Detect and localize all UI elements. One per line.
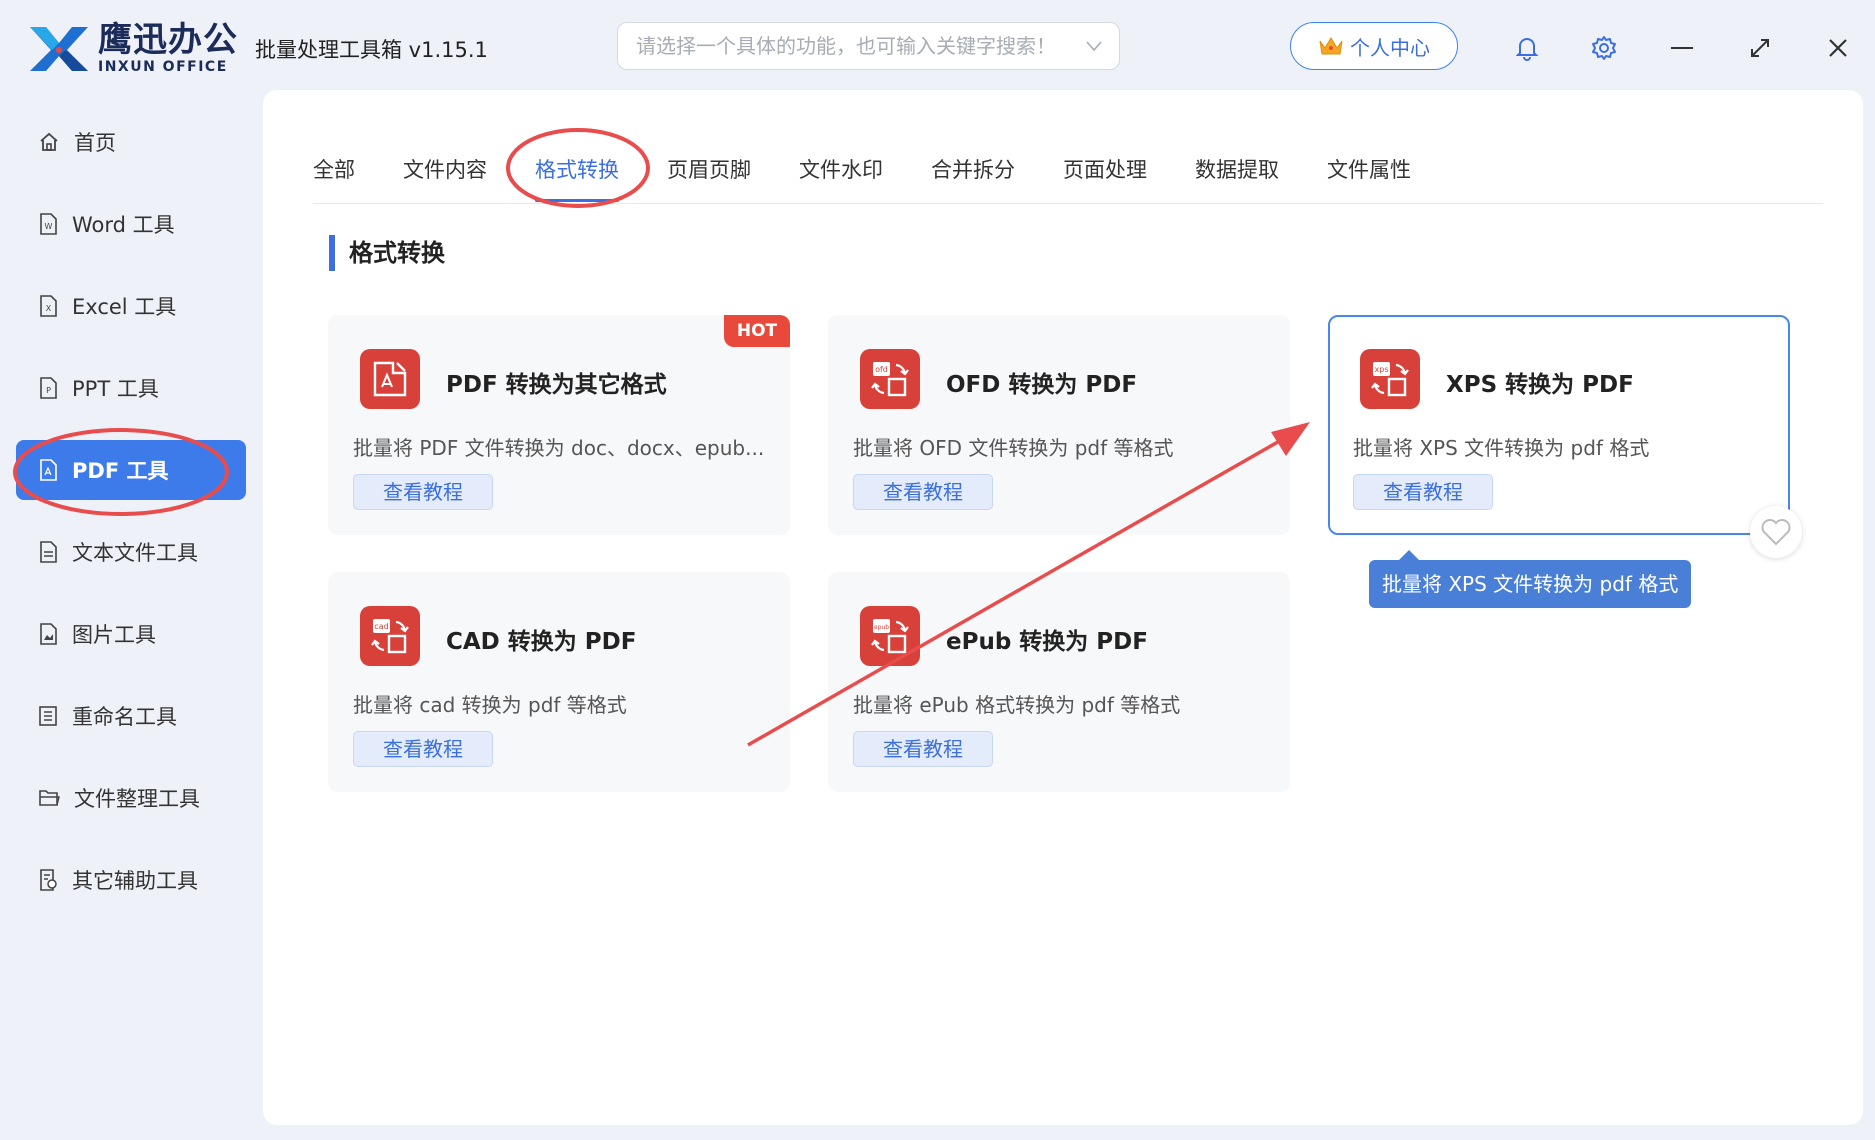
tool-card-cad-to-pdf[interactable]: cad CAD 转换为 PDF 批量将 cad 转换为 pdf 等格式 查看教程 (328, 572, 790, 792)
card-title: OFD 转换为 PDF (946, 372, 1138, 398)
hot-badge: HOT (724, 315, 790, 347)
excel-file-icon: X (40, 295, 57, 317)
user-center-button[interactable]: 个人中心 (1290, 22, 1458, 70)
sidebar-item-label: 其它辅助工具 (72, 869, 198, 893)
crown-icon (1319, 37, 1343, 55)
section-title: 格式转换 (329, 235, 445, 271)
favorite-heart-icon[interactable] (1750, 506, 1802, 558)
card-description: 批量将 cad 转换为 pdf 等格式 (353, 693, 627, 717)
tab-format-convert[interactable]: 格式转换 (535, 142, 619, 202)
sidebar-item-label: Excel 工具 (72, 295, 177, 319)
tool-card-pdf-to-other[interactable]: HOT PDF 转换为其它格式 批量将 PDF 文件转换为 doc、docx、e… (328, 315, 790, 535)
maximize-icon[interactable] (1740, 28, 1780, 68)
card-description: 批量将 XPS 文件转换为 pdf 格式 (1353, 436, 1650, 460)
sidebar-item-image[interactable]: 图片工具 (16, 604, 246, 664)
epub-convert-icon: epub (860, 606, 920, 666)
search-input[interactable] (634, 33, 1085, 59)
pdf-file-icon (40, 459, 57, 481)
sidebar-item-label: 文本文件工具 (72, 541, 198, 565)
card-title: CAD 转换为 PDF (446, 629, 637, 655)
sidebar-item-label: 重命名工具 (72, 705, 177, 729)
icon-tag-text: cad (374, 622, 388, 631)
icon-tag-text: xps (1375, 365, 1389, 374)
tab-page-process[interactable]: 页面处理 (1063, 142, 1147, 202)
app-title: 批量处理工具箱 v1.15.1 (255, 38, 488, 62)
tool-card-ofd-to-pdf[interactable]: ofd OFD 转换为 PDF 批量将 OFD 文件转换为 pdf 等格式 查看… (828, 315, 1290, 535)
image-file-icon (40, 623, 57, 645)
sidebar-item-label: PDF 工具 (72, 459, 169, 483)
tab-header-footer[interactable]: 页眉页脚 (667, 142, 751, 202)
view-tutorial-button[interactable]: 查看教程 (853, 474, 993, 510)
sidebar-item-misc[interactable]: 其它辅助工具 (16, 850, 246, 910)
sidebar-item-text-file[interactable]: 文本文件工具 (16, 522, 246, 582)
view-tutorial-button[interactable]: 查看教程 (853, 731, 993, 767)
cad-convert-icon: cad (360, 606, 420, 666)
card-title: ePub 转换为 PDF (946, 629, 1148, 655)
ofd-convert-icon: ofd (860, 349, 920, 409)
icon-tag-text: ofd (875, 365, 888, 374)
logo-english-text: INXUN OFFICE (98, 58, 228, 75)
sidebar-item-label: 文件整理工具 (74, 787, 200, 811)
text-file-icon (40, 541, 57, 563)
view-tutorial-button[interactable]: 查看教程 (1353, 474, 1493, 510)
svg-text:P: P (46, 386, 51, 395)
tool-card-epub-to-pdf[interactable]: epub ePub 转换为 PDF 批量将 ePub 格式转换为 pdf 等格式… (828, 572, 1290, 792)
view-tutorial-button[interactable]: 查看教程 (353, 731, 493, 767)
card-description: 批量将 PDF 文件转换为 doc、docx、epub... (353, 436, 765, 460)
search-box[interactable] (617, 22, 1120, 70)
tab-watermark[interactable]: 文件水印 (799, 142, 883, 202)
logo-chinese-text: 鹰迅办公 (98, 19, 238, 60)
sidebar-item-ppt[interactable]: P PPT 工具 (16, 358, 246, 418)
xps-convert-icon: xps (1360, 349, 1420, 409)
card-title: XPS 转换为 PDF (1446, 372, 1634, 398)
inxun-logo-icon (30, 27, 88, 71)
view-tutorial-button[interactable]: 查看教程 (353, 474, 493, 510)
chevron-down-icon[interactable] (1085, 40, 1103, 52)
ppt-file-icon: P (40, 377, 57, 399)
sidebar-item-rename[interactable]: 重命名工具 (16, 686, 246, 746)
app-logo: 鹰迅办公 INXUN OFFICE (28, 20, 253, 76)
folder-icon (39, 790, 60, 806)
card-description: 批量将 OFD 文件转换为 pdf 等格式 (853, 436, 1174, 460)
sidebar: 首页 W Word 工具 X Excel 工具 P PPT 工具 PDF 工具 … (0, 92, 246, 1140)
close-icon[interactable] (1818, 28, 1858, 68)
sidebar-item-pdf[interactable]: PDF 工具 (16, 440, 246, 500)
tool-card-xps-to-pdf[interactable]: xps XPS 转换为 PDF 批量将 XPS 文件转换为 pdf 格式 查看教… (1328, 315, 1790, 535)
icon-tag-text: epub (874, 624, 889, 631)
minimize-icon[interactable] (1662, 28, 1702, 68)
sidebar-item-word[interactable]: W Word 工具 (16, 194, 246, 254)
home-icon (40, 132, 58, 151)
sidebar-item-label: 首页 (74, 131, 116, 155)
tab-all[interactable]: 全部 (313, 142, 355, 202)
category-tabs: 全部 文件内容 格式转换 页眉页脚 文件水印 合并拆分 页面处理 数据提取 文件… (313, 142, 1823, 204)
tab-merge-split[interactable]: 合并拆分 (931, 142, 1015, 202)
sidebar-item-excel[interactable]: X Excel 工具 (16, 276, 246, 336)
sidebar-item-file-organize[interactable]: 文件整理工具 (16, 768, 246, 828)
main-panel: 全部 文件内容 格式转换 页眉页脚 文件水印 合并拆分 页面处理 数据提取 文件… (263, 90, 1863, 1125)
card-title: PDF 转换为其它格式 (446, 372, 667, 398)
notification-bell-icon[interactable] (1507, 28, 1547, 68)
sidebar-item-label: PPT 工具 (72, 377, 159, 401)
settings-gear-icon[interactable] (1584, 28, 1624, 68)
title-bar: 鹰迅办公 INXUN OFFICE 批量处理工具箱 v1.15.1 个人中心 (0, 0, 1875, 92)
svg-text:W: W (45, 222, 53, 231)
svg-text:X: X (46, 304, 52, 313)
word-file-icon: W (40, 213, 57, 235)
sidebar-item-label: 图片工具 (72, 623, 156, 647)
sidebar-item-home[interactable]: 首页 (16, 112, 246, 172)
tab-file-content[interactable]: 文件内容 (403, 142, 487, 202)
rename-icon (39, 706, 57, 726)
misc-tools-icon (40, 869, 57, 891)
tab-file-properties[interactable]: 文件属性 (1327, 142, 1411, 202)
pdf-convert-icon (360, 349, 420, 409)
card-tooltip: 批量将 XPS 文件转换为 pdf 格式 (1369, 550, 1692, 608)
card-description: 批量将 ePub 格式转换为 pdf 等格式 (853, 693, 1181, 717)
sidebar-item-label: Word 工具 (72, 213, 175, 237)
tab-data-extract[interactable]: 数据提取 (1195, 142, 1279, 202)
user-center-label: 个人中心 (1350, 35, 1430, 60)
